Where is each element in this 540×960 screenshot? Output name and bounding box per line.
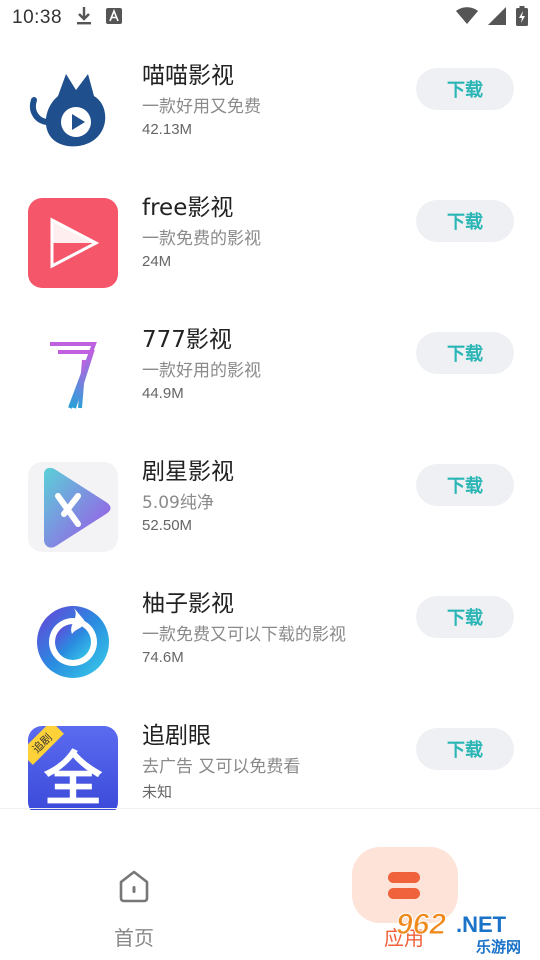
nav-home-label: 首页	[114, 926, 154, 950]
app-name: 777影视	[142, 327, 232, 353]
logo-text: 全	[43, 745, 102, 813]
app-name: 柚子影视	[142, 591, 234, 617]
home-icon	[119, 870, 149, 903]
cat-play-icon	[28, 66, 118, 156]
swirl-logo-icon	[28, 594, 118, 684]
list-item: 柚子影视 一款免费又可以下载的影视 74.6M 下载	[0, 591, 540, 728]
play-triangle-icon	[28, 198, 118, 288]
app-description: 一款好用又免费	[142, 97, 261, 117]
app-name: 剧星影视	[142, 459, 234, 485]
status-time: 10:38	[12, 7, 63, 28]
divider	[0, 808, 540, 809]
watermark-logo: 962 .NET 乐游网	[395, 908, 536, 957]
download-button[interactable]: 下载	[416, 464, 514, 506]
app-size: 52.50M	[142, 517, 193, 534]
app-description: 一款好用的影视	[142, 361, 261, 381]
download-button[interactable]: 下载	[416, 68, 514, 110]
list-item: free影视 一款免费的影视 24M 下载	[0, 195, 540, 332]
quan-logo-icon: 追剧 全	[28, 726, 118, 816]
app-description: 5.09纯净	[142, 493, 214, 513]
status-bar: 10:38	[0, 0, 540, 36]
app-size: 44.9M	[142, 385, 184, 402]
wifi-icon	[456, 7, 478, 29]
app-size: 42.13M	[142, 121, 193, 138]
download-icon	[76, 6, 92, 30]
apps-stack-icon	[388, 872, 420, 899]
app-description: 去广告 又可以免费看	[142, 757, 301, 777]
x-play-icon	[28, 462, 118, 552]
battery-icon	[516, 6, 528, 30]
777-logo-icon	[28, 330, 118, 420]
app-name: free影视	[142, 195, 234, 221]
app-size: 24M	[142, 253, 172, 270]
list-item: 剧星影视 5.09纯净 52.50M 下载	[0, 459, 540, 596]
app-name: 追剧眼	[142, 723, 211, 749]
list-item: 777影视 一款好用的影视 44.9M 下载	[0, 327, 540, 464]
watermark-site: 乐游网	[476, 938, 522, 956]
app-name: 喵喵影视	[142, 63, 234, 89]
app-size: 74.6M	[142, 649, 184, 666]
download-button[interactable]: 下载	[416, 200, 514, 242]
download-button[interactable]: 下载	[416, 332, 514, 374]
download-button[interactable]: 下载	[416, 596, 514, 638]
watermark-number: 962	[395, 908, 447, 942]
app-description: 一款免费的影视	[142, 229, 261, 249]
a-notification-icon	[106, 8, 123, 28]
download-button[interactable]: 下载	[416, 728, 514, 770]
app-size: 未知	[142, 784, 173, 801]
cell-signal-icon	[488, 7, 506, 29]
app-description: 一款免费又可以下载的影视	[142, 625, 346, 645]
watermark-suffix: .NET	[456, 912, 507, 937]
list-item: 喵喵影视 一款好用又免费 42.13M 下载	[0, 63, 540, 200]
